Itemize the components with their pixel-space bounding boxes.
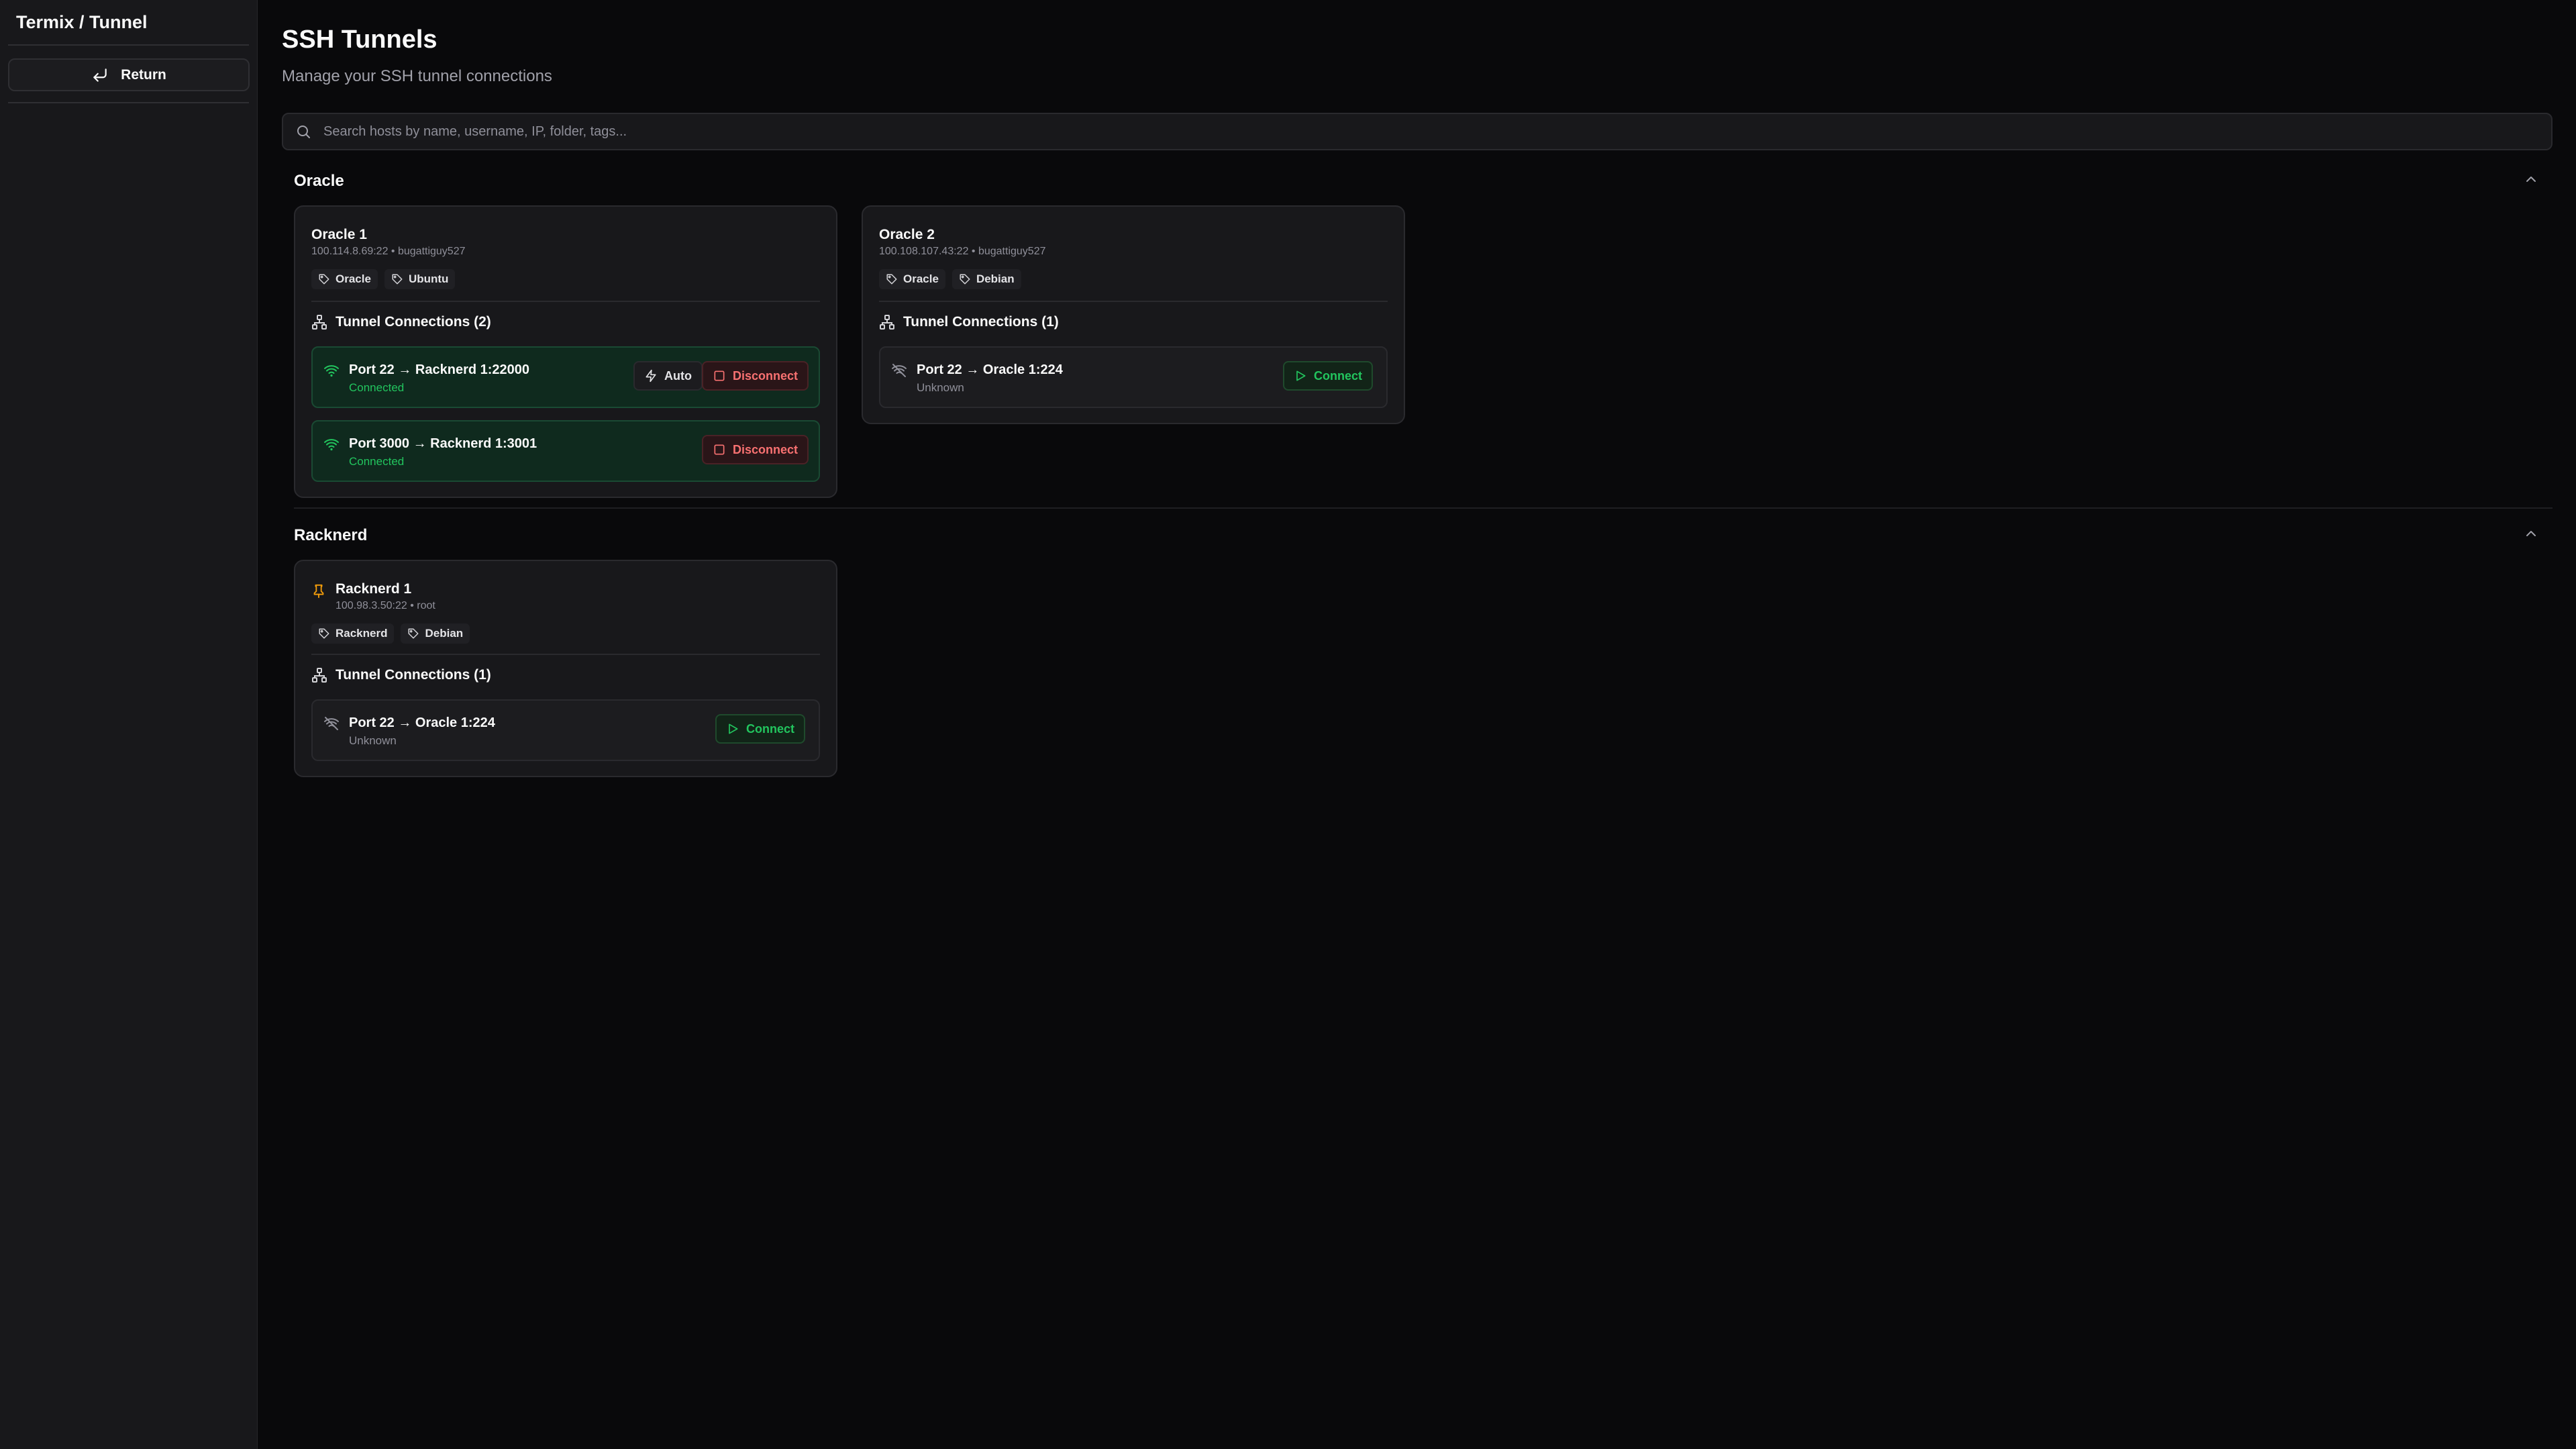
tag-label: Debian	[976, 272, 1015, 285]
tag: Debian	[951, 269, 1021, 289]
tag-label: Oracle	[336, 272, 371, 285]
stop-icon	[714, 444, 725, 455]
wifi-icon	[324, 365, 339, 377]
auto-label: Auto	[664, 368, 692, 383]
tunnel-label: Port 22 → Oracle 1:224	[349, 715, 495, 730]
disconnect-label: Disconnect	[733, 442, 798, 456]
host-address: 100.114.8.69:22 • bugattiguy527	[311, 246, 466, 257]
tunnel-connections-label: Tunnel Connections (2)	[336, 314, 491, 330]
folder-title-oracle: Oracle	[294, 172, 344, 190]
tunnel-connections-label: Tunnel Connections (1)	[903, 314, 1059, 330]
card-divider	[311, 654, 820, 655]
tunnel-connections-header: Tunnel Connections (1)	[311, 667, 491, 683]
sidebar-divider	[8, 102, 249, 103]
disconnect-label: Disconnect	[733, 368, 798, 383]
tag-list: Oracle Ubuntu	[311, 269, 456, 289]
network-icon	[312, 315, 327, 330]
tunnel-label: Port 22 → Racknerd 1:22000	[349, 362, 530, 377]
tag: Oracle	[879, 269, 945, 289]
connect-label: Connect	[1314, 368, 1362, 383]
tunnel-row: Port 22 → Racknerd 1:22000 Connected Aut…	[311, 346, 820, 408]
search-icon	[297, 126, 310, 138]
network-icon	[312, 668, 327, 683]
host-card-oracle-2: Oracle 2 100.108.107.43:22 • bugattiguy5…	[862, 205, 1405, 424]
page-title: SSH Tunnels	[282, 26, 437, 54]
tunnel-status: Unknown	[917, 381, 964, 394]
pin-icon	[313, 584, 324, 599]
tag-list: Racknerd Debian	[311, 623, 470, 644]
host-name: Racknerd 1	[336, 581, 412, 597]
page-subtitle: Manage your SSH tunnel connections	[282, 67, 552, 85]
return-button[interactable]: Return	[8, 58, 250, 91]
disconnect-button[interactable]: Disconnect	[702, 361, 809, 391]
search-input[interactable]	[322, 123, 2551, 140]
connect-button[interactable]: Connect	[1283, 361, 1373, 391]
return-label: Return	[121, 66, 166, 83]
wifi-off-icon	[324, 717, 339, 730]
search-bar[interactable]	[282, 113, 2553, 150]
stop-icon	[714, 370, 725, 381]
tunnel-label: Port 3000 → Racknerd 1:3001	[349, 436, 537, 451]
tag: Debian	[401, 623, 470, 644]
host-address: 100.98.3.50:22 • root	[336, 600, 435, 611]
tag: Oracle	[311, 269, 378, 289]
chevron-up-icon[interactable]	[2523, 526, 2539, 542]
play-icon	[1296, 370, 1306, 381]
sidebar: Termix / Tunnel Return	[0, 0, 258, 1449]
folder-title-racknerd: Racknerd	[294, 526, 368, 544]
tag-label: Debian	[425, 627, 464, 640]
auto-start-toggle[interactable]: Auto	[633, 361, 703, 391]
tunnel-row: Port 3000 → Racknerd 1:3001 Connected Di…	[311, 420, 820, 482]
host-name: Oracle 2	[879, 227, 935, 242]
tag: Ubuntu	[384, 269, 456, 289]
tag-icon	[319, 628, 329, 639]
tunnel-status: Connected	[349, 381, 405, 394]
host-address: 100.108.107.43:22 • bugattiguy527	[879, 246, 1046, 257]
tag: Racknerd	[311, 623, 395, 644]
tunnel-status: Unknown	[349, 734, 397, 747]
app-title: Termix / Tunnel	[16, 12, 148, 32]
chevron-up-icon[interactable]	[2523, 171, 2539, 187]
tag-icon	[960, 274, 970, 285]
host-name: Oracle 1	[311, 227, 367, 242]
tunnel-row: Port 22 → Oracle 1:224 Unknown Connect	[311, 699, 820, 761]
card-divider	[311, 301, 820, 302]
tunnel-connections-label: Tunnel Connections (1)	[336, 667, 491, 683]
tag-icon	[886, 274, 897, 285]
tag-label: Ubuntu	[408, 272, 449, 285]
wifi-icon	[324, 439, 339, 451]
tag-icon	[392, 274, 403, 285]
network-icon	[880, 315, 894, 330]
folder-divider	[294, 507, 2553, 509]
tag-label: Oracle	[903, 272, 939, 285]
zap-icon	[646, 369, 656, 383]
play-icon	[729, 723, 738, 734]
disconnect-button[interactable]: Disconnect	[702, 435, 809, 464]
return-arrow-icon	[93, 68, 107, 82]
tunnel-connections-header: Tunnel Connections (1)	[879, 314, 1059, 330]
host-card-racknerd-1: Racknerd 1 100.98.3.50:22 • root Rackner…	[294, 560, 837, 777]
tunnel-row: Port 22 → Oracle 1:224 Unknown Connect	[879, 346, 1388, 408]
connect-button[interactable]: Connect	[715, 714, 805, 744]
host-card-oracle-1: Oracle 1 100.114.8.69:22 • bugattiguy527…	[294, 205, 837, 498]
card-divider	[879, 301, 1388, 302]
main-content: SSH Tunnels Manage your SSH tunnel conne…	[258, 0, 2576, 1449]
connect-label: Connect	[746, 721, 794, 736]
sidebar-divider	[8, 44, 249, 46]
wifi-off-icon	[892, 364, 907, 377]
tag-icon	[408, 628, 419, 639]
tunnel-status: Connected	[349, 455, 405, 468]
tag-icon	[319, 274, 329, 285]
tag-list: Oracle Debian	[879, 269, 1021, 289]
tag-label: Racknerd	[336, 627, 388, 640]
tunnel-connections-header: Tunnel Connections (2)	[311, 314, 491, 330]
tunnel-label: Port 22 → Oracle 1:224	[917, 362, 1063, 377]
